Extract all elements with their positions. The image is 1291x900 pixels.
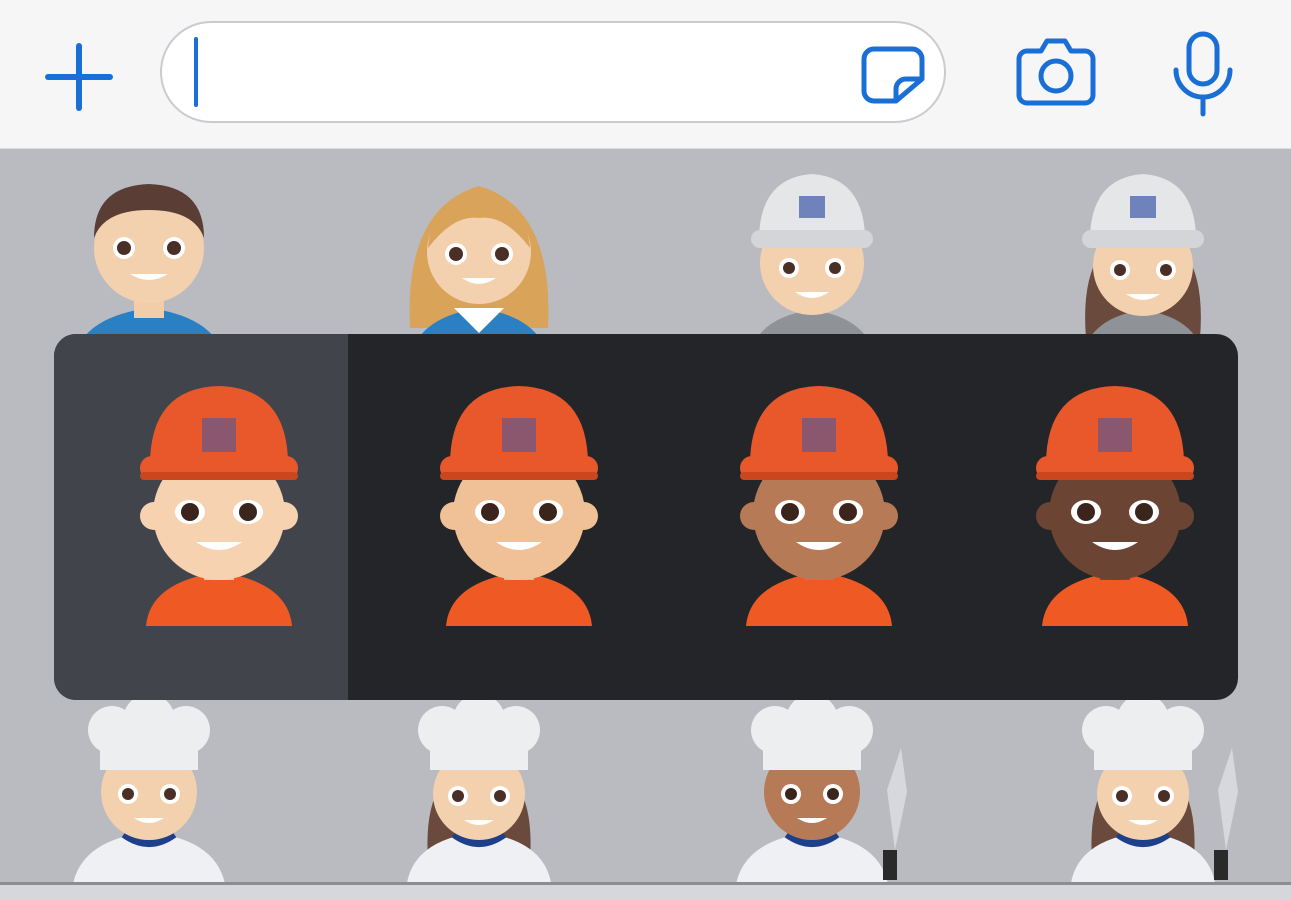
skin-tone-option-medium-dark[interactable]	[1020, 386, 1210, 626]
message-input[interactable]	[160, 21, 946, 123]
emoji-cook-woman-knife[interactable]	[1048, 694, 1238, 900]
skin-tone-popup	[54, 334, 1238, 700]
keyboard-bottom-bar	[0, 885, 1291, 900]
input-bar	[0, 0, 1291, 149]
skin-tone-option-medium[interactable]	[724, 386, 914, 626]
camera-button[interactable]	[1015, 35, 1097, 107]
camera-icon	[1016, 38, 1096, 106]
add-attachment-button[interactable]	[40, 38, 118, 116]
emoji-cook-woman[interactable]	[384, 694, 574, 900]
microphone-button[interactable]	[1170, 30, 1236, 118]
sticker-icon	[861, 46, 925, 104]
emoji-cook-man-knife[interactable]	[717, 694, 907, 900]
microphone-icon	[1173, 31, 1233, 117]
skin-tone-option-medium-light[interactable]	[424, 386, 614, 626]
emoji-cook-man[interactable]	[54, 694, 244, 900]
plus-icon	[45, 43, 113, 111]
text-caret	[194, 37, 198, 107]
sticker-button[interactable]	[860, 45, 926, 105]
skin-tone-option-light[interactable]	[124, 386, 314, 626]
